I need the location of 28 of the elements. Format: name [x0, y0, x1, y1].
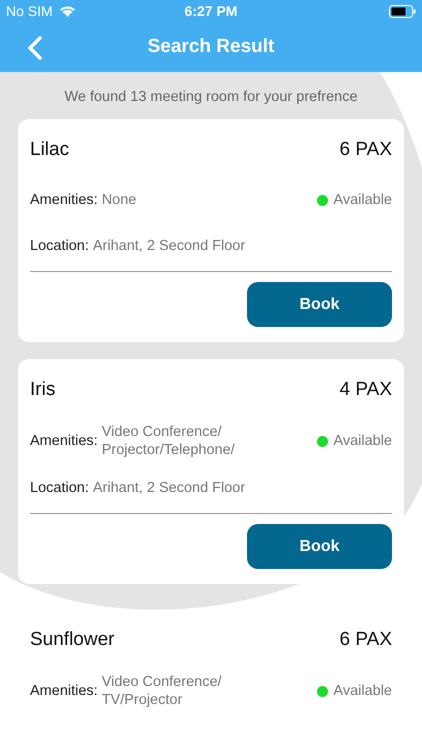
room-capacity: 6 PAX	[340, 139, 392, 161]
amenities-label: Amenities:	[30, 683, 98, 699]
amenities-label: Amenities:	[30, 192, 98, 208]
status-text: Available	[333, 433, 392, 449]
room-name: Sunflower	[30, 629, 114, 651]
room-name: Lilac	[30, 139, 70, 161]
book-button[interactable]: Book	[247, 282, 392, 327]
amenities-value: None	[102, 191, 136, 209]
location-label: Location:	[30, 480, 89, 496]
wifi-icon	[58, 5, 76, 17]
location-value: Arihant, 2 Second Floor	[92, 479, 246, 497]
amenities-value: Video Conference/ TV/Projector	[102, 673, 222, 709]
status-text: Available	[333, 192, 392, 208]
battery-icon	[389, 4, 416, 18]
room-capacity: 4 PAX	[340, 379, 392, 401]
status-time: 6:27 PM	[184, 3, 238, 19]
room-name: Iris	[30, 379, 56, 401]
status-text: Available	[333, 683, 392, 699]
amenities-label: Amenities:	[30, 433, 98, 449]
result-summary: We found 13 meeting room for your prefrence	[64, 89, 358, 105]
location-label: Location:	[30, 238, 89, 254]
book-button[interactable]: Book	[247, 524, 392, 569]
back-icon[interactable]	[27, 36, 43, 60]
screen-title: Search Result	[148, 36, 274, 58]
location-value: Arihant, 2 Second Floor	[92, 237, 246, 255]
room-capacity: 6 PAX	[340, 629, 392, 651]
carrier-text: No SIM	[6, 3, 53, 19]
amenities-value: Video Conference/ Projector/Telephone/	[102, 423, 235, 459]
